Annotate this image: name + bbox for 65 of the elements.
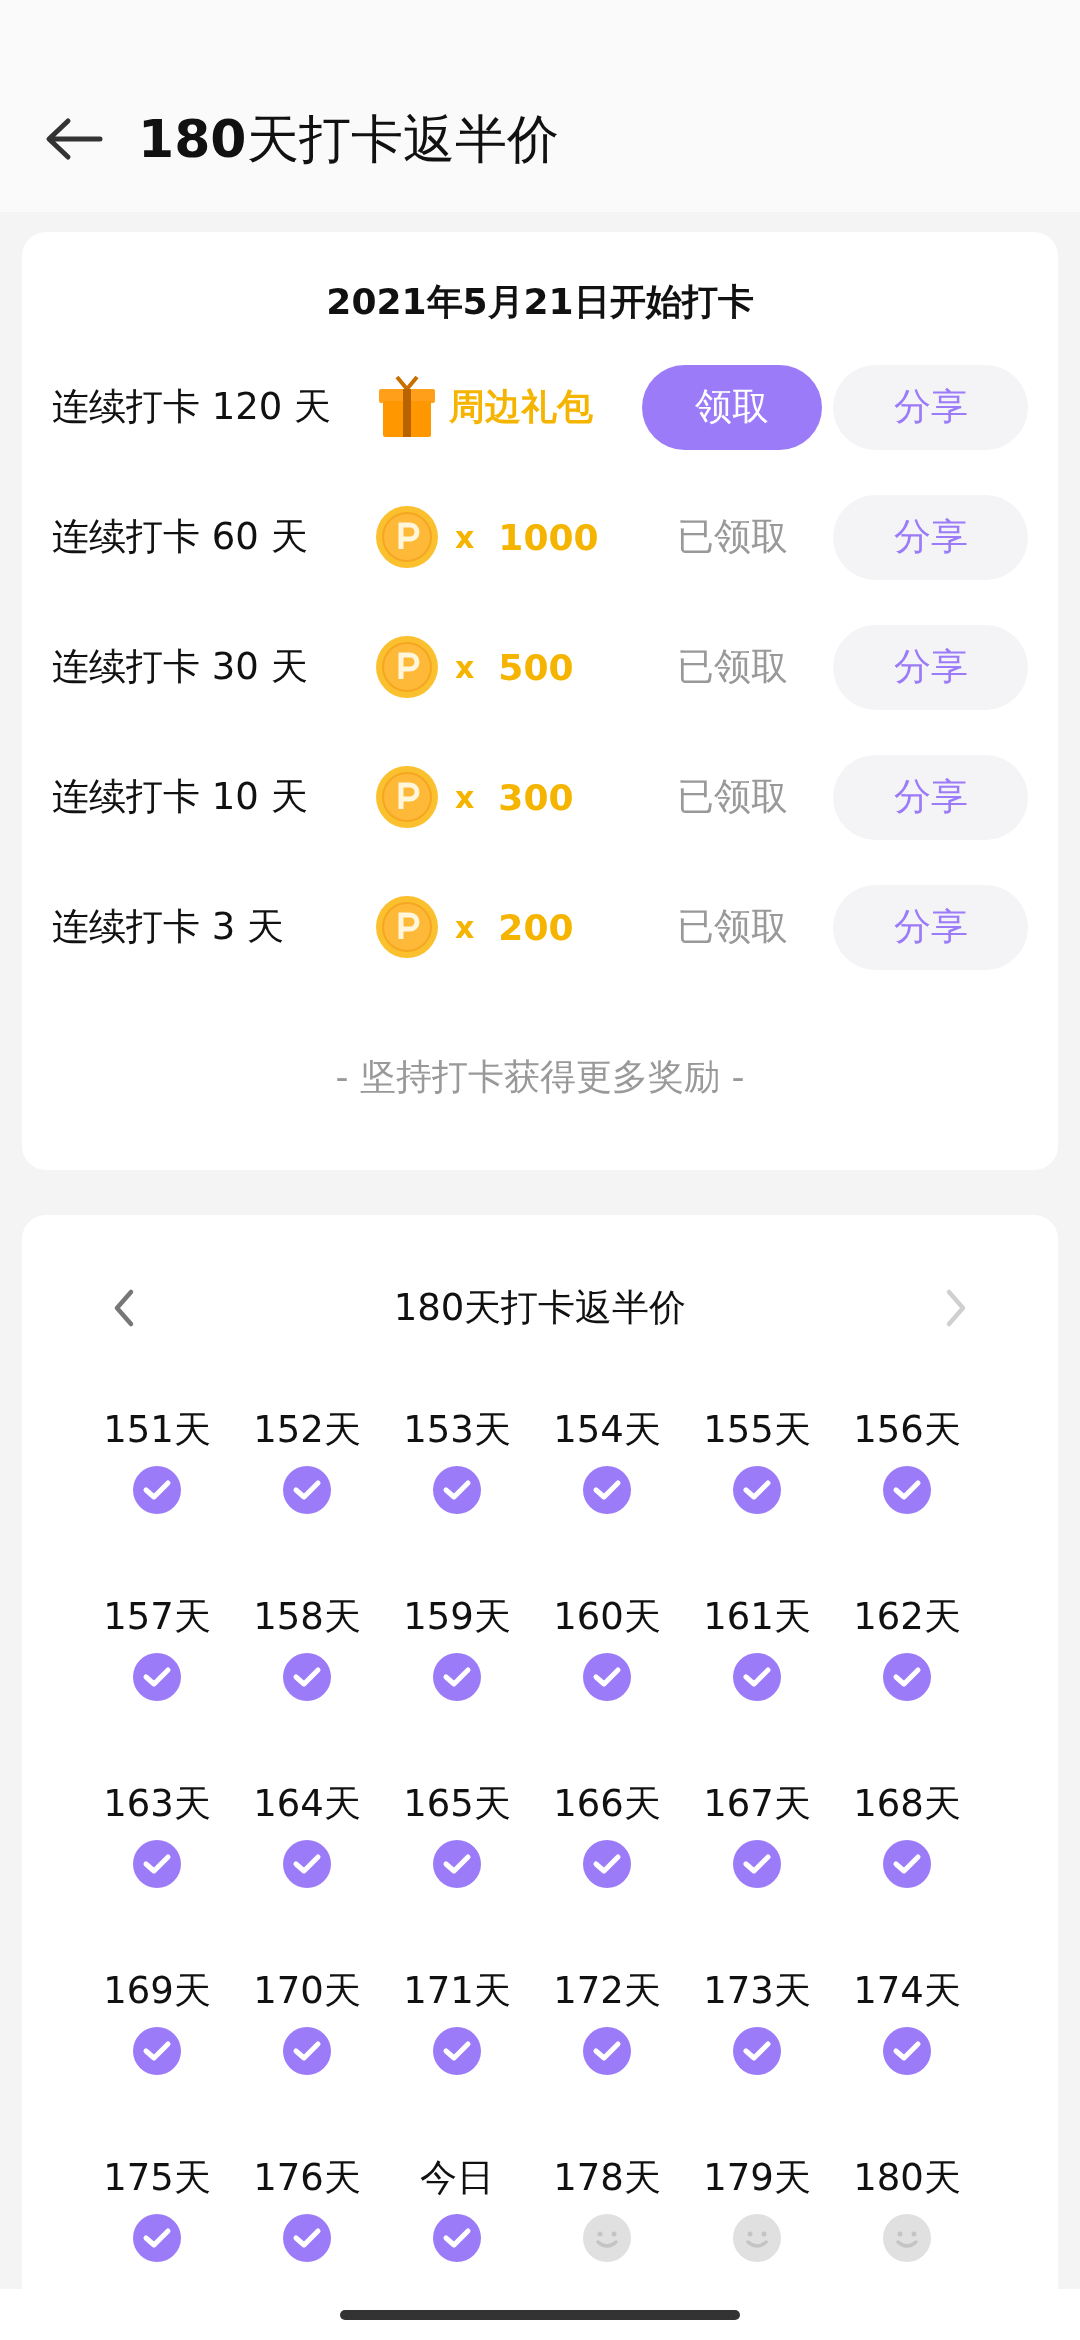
claimed-status: 已领取 <box>675 904 789 950</box>
page-title: 180天打卡返半价 <box>138 108 559 169</box>
coin-amount: 200 <box>498 906 574 948</box>
day-label: 178天 <box>553 2155 661 2201</box>
day-label: 156天 <box>853 1407 961 1453</box>
milestone-label: 连续打卡 120 天 <box>52 384 333 430</box>
share-button[interactable]: 分享 <box>833 884 1028 970</box>
milestone-label: 连续打卡 10 天 <box>52 774 309 820</box>
coin-icon <box>375 505 439 569</box>
previous-chevron-icon[interactable] <box>112 1288 136 1328</box>
day-label: 160天 <box>553 1594 661 1640</box>
day-label: 152天 <box>253 1407 361 1453</box>
share-button[interactable]: 分享 <box>833 494 1028 580</box>
multiplier-text: x <box>455 779 475 815</box>
day-label: 180天 <box>853 2155 961 2201</box>
home-indicator[interactable] <box>340 2309 740 2320</box>
day-label: 168天 <box>853 1781 961 1827</box>
day-label: 165天 <box>403 1781 511 1827</box>
day-label: 166天 <box>553 1781 661 1827</box>
day-label: 153天 <box>403 1407 511 1453</box>
day-label: 167天 <box>703 1781 811 1827</box>
day-label: 169天 <box>103 1968 211 2014</box>
day-label: 172天 <box>553 1968 661 2014</box>
day-label: 171天 <box>403 1968 511 2014</box>
multiplier-text: x <box>455 909 475 945</box>
claimed-status: 已领取 <box>675 514 789 560</box>
coin-amount: 1000 <box>498 516 599 558</box>
share-button[interactable]: 分享 <box>833 364 1028 450</box>
day-label: 154天 <box>553 1407 661 1453</box>
back-icon[interactable] <box>44 116 104 161</box>
prize-text: 周边礼包 <box>449 384 593 429</box>
calendar-title: 180天打卡返半价 <box>393 1285 687 1331</box>
milestone-label: 连续打卡 3 天 <box>52 904 286 950</box>
day-label: 159天 <box>403 1594 511 1640</box>
share-button[interactable]: 分享 <box>833 624 1028 710</box>
milestone-label: 连续打卡 60 天 <box>52 514 309 560</box>
coin-icon <box>375 765 439 829</box>
coin-amount: 500 <box>498 646 574 688</box>
milestone-label: 连续打卡 30 天 <box>52 644 309 690</box>
multiplier-text: x <box>455 519 475 555</box>
multiplier-text: x <box>455 649 475 685</box>
footer-text: - 坚持打卡获得更多奖励 - <box>334 1055 746 1099</box>
day-label: 今日 <box>420 2155 494 2201</box>
day-label: 163天 <box>103 1781 211 1827</box>
day-label: 157天 <box>103 1594 211 1640</box>
day-label: 170天 <box>253 1968 361 2014</box>
claimed-status: 已领取 <box>675 644 789 690</box>
day-label: 161天 <box>703 1594 811 1640</box>
claimed-status: 已领取 <box>675 774 789 820</box>
day-label: 173天 <box>703 1968 811 2014</box>
coin-icon <box>375 895 439 959</box>
claim-button[interactable]: 领取 <box>642 364 822 450</box>
day-label: 164天 <box>253 1781 361 1827</box>
day-label: 151天 <box>103 1407 211 1453</box>
share-button[interactable]: 分享 <box>833 754 1028 840</box>
day-label: 175天 <box>103 2155 211 2201</box>
day-label: 179天 <box>703 2155 811 2201</box>
day-label: 162天 <box>853 1594 961 1640</box>
start-date-heading: 2021年5月21日开始打卡 <box>325 280 755 324</box>
day-label: 176天 <box>253 2155 361 2201</box>
coin-amount: 300 <box>498 776 574 818</box>
coin-icon <box>375 635 439 699</box>
day-label: 174天 <box>853 1968 961 2014</box>
day-label: 158天 <box>253 1594 361 1640</box>
day-label: 155天 <box>703 1407 811 1453</box>
